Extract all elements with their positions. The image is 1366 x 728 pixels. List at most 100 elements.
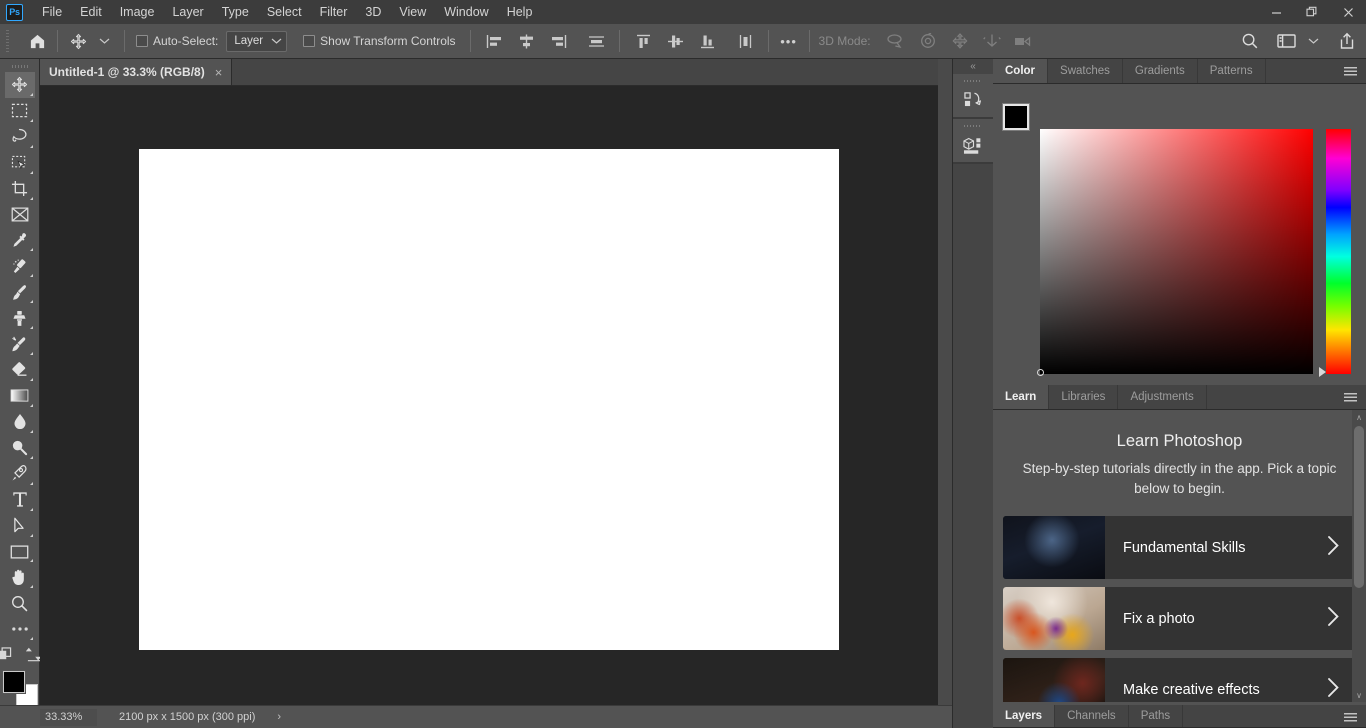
align-vertical-centers-icon[interactable] bbox=[661, 28, 691, 54]
align-right-edges-icon[interactable] bbox=[544, 28, 574, 54]
align-left-edges-icon[interactable] bbox=[480, 28, 510, 54]
rail-collapse-icon[interactable]: « bbox=[953, 59, 993, 74]
menu-file[interactable]: File bbox=[33, 0, 71, 24]
home-icon[interactable] bbox=[24, 28, 50, 54]
crop-tool[interactable] bbox=[5, 176, 35, 202]
foreground-color-swatch[interactable] bbox=[3, 671, 25, 693]
show-transform-checkbox[interactable] bbox=[303, 35, 315, 47]
eyedropper-tool[interactable] bbox=[5, 228, 35, 254]
learn-scroll-thumb[interactable] bbox=[1354, 426, 1364, 588]
show-transform-row[interactable]: Show Transform Controls bbox=[303, 34, 455, 48]
tab-gradients[interactable]: Gradients bbox=[1123, 59, 1198, 83]
auto-select-row[interactable]: Auto-Select: bbox=[136, 34, 218, 48]
scroll-down-icon[interactable]: ∨ bbox=[1352, 688, 1366, 702]
panel-menu-icon[interactable] bbox=[1341, 705, 1359, 728]
tab-adjustments[interactable]: Adjustments bbox=[1118, 385, 1206, 409]
pen-tool[interactable] bbox=[5, 461, 35, 487]
lasso-tool[interactable] bbox=[5, 124, 35, 150]
panel-menu-icon[interactable] bbox=[1341, 385, 1359, 410]
menu-3d[interactable]: 3D bbox=[356, 0, 390, 24]
dodge-tool[interactable] bbox=[5, 435, 35, 461]
blur-tool[interactable] bbox=[5, 409, 35, 435]
tutorial-card[interactable]: Fix a photo bbox=[1003, 587, 1356, 650]
chevron-right-icon[interactable] bbox=[1327, 677, 1340, 703]
distribute-horizontally-icon[interactable] bbox=[582, 28, 612, 54]
tab-paths[interactable]: Paths bbox=[1129, 705, 1183, 727]
tab-swatches[interactable]: Swatches bbox=[1048, 59, 1123, 83]
rectangular-marquee-tool[interactable] bbox=[5, 98, 35, 124]
tab-learn[interactable]: Learn bbox=[993, 385, 1049, 409]
clone-stamp-tool[interactable] bbox=[5, 305, 35, 331]
menu-help[interactable]: Help bbox=[498, 0, 542, 24]
tool-preset-chevron-down-icon[interactable] bbox=[91, 28, 117, 54]
frame-tool[interactable] bbox=[5, 202, 35, 228]
close-icon[interactable]: × bbox=[215, 66, 223, 79]
align-horizontal-centers-icon[interactable] bbox=[512, 28, 542, 54]
learn-panel-scrollbar[interactable]: ∧ ∨ bbox=[1352, 410, 1366, 702]
quick-mask-icon[interactable] bbox=[0, 647, 14, 667]
history-brush-tool[interactable] bbox=[5, 331, 35, 357]
eraser-tool[interactable] bbox=[5, 357, 35, 383]
hue-slider-marker[interactable] bbox=[1319, 367, 1326, 377]
history-panel-grip[interactable] bbox=[964, 77, 982, 84]
auto-select-scope-dropdown[interactable]: Layer bbox=[226, 31, 287, 52]
color-picker-marker[interactable] bbox=[1037, 369, 1044, 376]
panel-menu-icon[interactable] bbox=[1341, 59, 1359, 84]
hue-slider[interactable] bbox=[1326, 129, 1351, 374]
distribute-vertically-icon[interactable] bbox=[731, 28, 761, 54]
chevron-down-icon[interactable] bbox=[1300, 28, 1326, 54]
more-options-button[interactable]: ••• bbox=[776, 28, 802, 54]
tab-channels[interactable]: Channels bbox=[1055, 705, 1129, 727]
type-tool[interactable] bbox=[5, 487, 35, 513]
gradient-tool[interactable] bbox=[5, 383, 35, 409]
menu-filter[interactable]: Filter bbox=[311, 0, 357, 24]
chevron-right-icon[interactable] bbox=[1327, 606, 1340, 632]
move-tool[interactable] bbox=[5, 72, 35, 98]
tab-color[interactable]: Color bbox=[993, 59, 1048, 83]
move-tool-icon[interactable] bbox=[65, 28, 91, 54]
minimize-button[interactable] bbox=[1258, 0, 1294, 24]
menu-type[interactable]: Type bbox=[213, 0, 258, 24]
workspace-icon[interactable] bbox=[1273, 28, 1300, 54]
align-top-edges-icon[interactable] bbox=[629, 28, 659, 54]
menu-select[interactable]: Select bbox=[258, 0, 311, 24]
auto-select-checkbox[interactable] bbox=[136, 35, 148, 47]
menu-image[interactable]: Image bbox=[111, 0, 164, 24]
color-panel-foreground-swatch[interactable] bbox=[1003, 104, 1029, 130]
chevron-right-icon[interactable] bbox=[1327, 535, 1340, 561]
options-bar-grip[interactable] bbox=[3, 30, 12, 52]
3d-panel-icon[interactable] bbox=[953, 129, 994, 163]
menu-edit[interactable]: Edit bbox=[71, 0, 111, 24]
zoom-level-field[interactable]: 33.33% bbox=[40, 709, 97, 726]
document-tab[interactable]: Untitled-1 @ 33.3% (RGB/8) × bbox=[34, 59, 232, 85]
tutorial-card[interactable]: Fundamental Skills bbox=[1003, 516, 1356, 579]
status-expand-icon[interactable]: › bbox=[277, 711, 281, 723]
scroll-up-icon[interactable]: ∧ bbox=[1352, 410, 1366, 424]
canvas-area[interactable] bbox=[40, 86, 952, 705]
zoom-tool[interactable] bbox=[5, 590, 35, 616]
tab-layers[interactable]: Layers bbox=[993, 705, 1055, 727]
search-icon[interactable] bbox=[1237, 28, 1263, 54]
tutorial-card[interactable]: Make creative effects bbox=[1003, 658, 1356, 702]
restore-button[interactable] bbox=[1294, 0, 1330, 24]
path-selection-tool[interactable] bbox=[5, 513, 35, 539]
color-picker-field[interactable] bbox=[1040, 129, 1313, 374]
tab-libraries[interactable]: Libraries bbox=[1049, 385, 1118, 409]
menu-view[interactable]: View bbox=[390, 0, 435, 24]
brush-tool[interactable] bbox=[5, 279, 35, 305]
close-button[interactable] bbox=[1330, 0, 1366, 24]
hand-tool[interactable] bbox=[5, 564, 35, 590]
spot-healing-brush-tool[interactable] bbox=[5, 253, 35, 279]
share-icon[interactable] bbox=[1334, 28, 1360, 54]
3d-panel-grip[interactable] bbox=[964, 122, 982, 129]
history-panel-icon[interactable] bbox=[953, 84, 994, 118]
tab-patterns[interactable]: Patterns bbox=[1198, 59, 1266, 83]
rectangle-tool[interactable] bbox=[5, 539, 35, 565]
menu-layer[interactable]: Layer bbox=[163, 0, 212, 24]
document-canvas[interactable] bbox=[139, 149, 839, 650]
edit-toolbar-tool[interactable] bbox=[5, 616, 35, 642]
tools-panel-grip[interactable] bbox=[12, 62, 28, 72]
object-selection-tool[interactable] bbox=[5, 150, 35, 176]
align-bottom-edges-icon[interactable] bbox=[693, 28, 723, 54]
menu-window[interactable]: Window bbox=[435, 0, 497, 24]
